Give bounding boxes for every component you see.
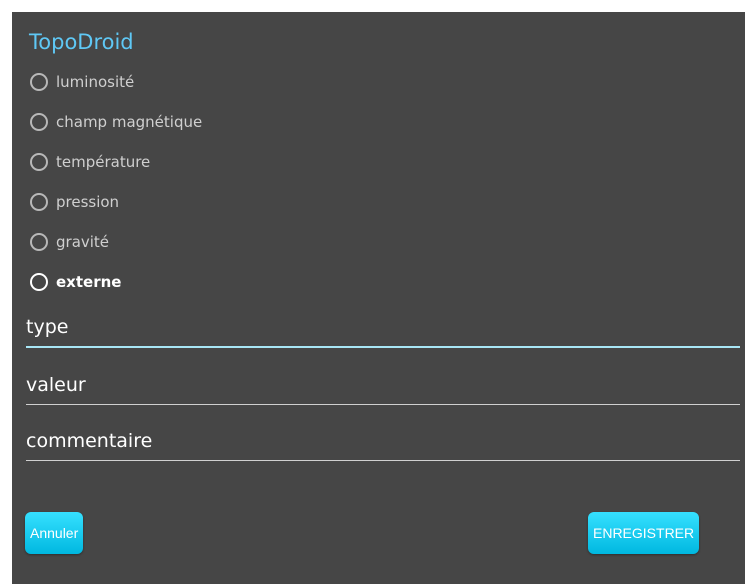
radio-circle-icon: [30, 73, 48, 91]
radio-circle-icon: [30, 153, 48, 171]
radio-temperature[interactable]: température: [30, 147, 150, 177]
dialog-title: TopoDroid: [29, 30, 134, 54]
radio-luminosite[interactable]: luminosité: [30, 67, 134, 97]
cancel-button[interactable]: Annuler: [25, 512, 84, 554]
radio-label: externe: [56, 273, 122, 291]
radio-label: température: [56, 153, 151, 171]
radio-label: champ magnétique: [56, 113, 203, 131]
radio-label: pression: [56, 193, 120, 211]
radio-gravite[interactable]: gravité: [30, 227, 109, 257]
save-button[interactable]: ENREGISTRER: [588, 512, 700, 554]
value-input-underline: [26, 404, 740, 405]
comment-input-underline: [26, 460, 740, 461]
radio-circle-icon: [30, 273, 48, 291]
radio-circle-icon: [30, 233, 48, 251]
value-input[interactable]: [26, 370, 740, 404]
type-input-underline: [26, 346, 740, 348]
radio-champ-magnetique[interactable]: champ magnétique: [30, 107, 202, 137]
radio-pression[interactable]: pression: [30, 187, 119, 217]
radio-circle-icon: [30, 193, 48, 211]
sensor-dialog: TopoDroid luminosité champ magnétique te…: [12, 12, 745, 584]
comment-input[interactable]: [26, 426, 740, 460]
radio-externe[interactable]: externe: [30, 267, 121, 297]
radio-label: luminosité: [56, 73, 135, 91]
radio-label: gravité: [56, 233, 110, 251]
type-input[interactable]: [26, 312, 740, 346]
radio-circle-icon: [30, 113, 48, 131]
